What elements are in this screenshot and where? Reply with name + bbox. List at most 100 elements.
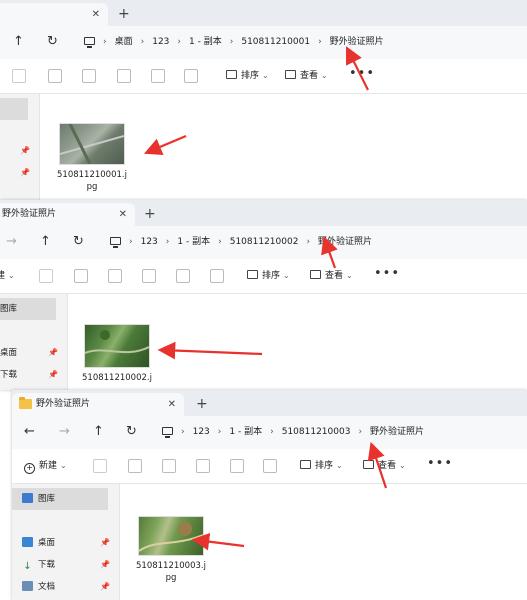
chevron-down-icon: ⌄: [283, 271, 290, 280]
sidebar-item-gallery[interactable]: 图库: [0, 298, 56, 320]
copy-icon[interactable]: [74, 269, 88, 283]
crumb[interactable]: 野外验证照片: [318, 234, 372, 250]
crumb[interactable]: 510811210002: [230, 234, 299, 250]
close-tab-icon[interactable]: ✕: [119, 203, 127, 226]
crumb[interactable]: 桌面: [115, 34, 133, 50]
share-icon[interactable]: [176, 269, 190, 283]
crumb[interactable]: 野外验证照片: [330, 34, 384, 50]
share-icon[interactable]: [230, 459, 244, 473]
rename-icon[interactable]: [117, 69, 131, 83]
share-icon[interactable]: [151, 69, 165, 83]
sidebar-item-desktop[interactable]: 桌面 📌: [12, 532, 119, 554]
view-label: 查看: [378, 461, 397, 471]
chevron-down-icon: ⌄: [8, 271, 15, 280]
up-icon[interactable]: ↑: [93, 424, 104, 440]
chevron-right-icon: ›: [358, 427, 363, 437]
view-button[interactable]: 查看 ⌄: [285, 68, 328, 84]
address-bar-row: → ↑ ↻ › 123 › 1 - 副本 › 510811210002 › 野外验证照片: [0, 226, 527, 259]
crumb[interactable]: 123: [193, 424, 210, 440]
delete-icon[interactable]: [263, 459, 277, 473]
sidebar-item-desktop[interactable]: 桌面 📌: [0, 342, 67, 364]
tab-active[interactable]: 野外验证照片 ✕: [0, 203, 135, 226]
tab-active[interactable]: ✕: [0, 3, 108, 26]
sidebar-item-documents[interactable]: 文档 📌: [12, 576, 119, 598]
crumb[interactable]: 123: [141, 234, 158, 250]
copy-icon[interactable]: [48, 69, 62, 83]
new-label: 新建: [39, 461, 58, 471]
chevron-down-icon: ⌄: [399, 461, 406, 470]
breadcrumb[interactable]: › 桌面 › 123 › 1 - 副本 › 510811210001 › 野外验证照片: [84, 34, 392, 50]
paste-icon[interactable]: [82, 69, 96, 83]
new-button-partial[interactable]: 建 ⌄: [0, 268, 15, 284]
sidebar-item-gallery[interactable]: 图库: [12, 488, 108, 510]
file-thumbnail[interactable]: [84, 324, 150, 368]
sort-button[interactable]: 排序 ⌄: [247, 268, 290, 284]
refresh-icon[interactable]: ↻: [47, 34, 58, 50]
crumb[interactable]: 1 - 副本: [229, 424, 262, 440]
command-bar: + 新建 ⌄ 排序 ⌄ 查看 ⌄ •••: [12, 449, 527, 484]
new-button[interactable]: + 新建 ⌄: [24, 458, 67, 474]
copy-icon[interactable]: [128, 459, 142, 473]
file-thumbnail[interactable]: [138, 516, 204, 556]
crumb[interactable]: 510811210003: [282, 424, 351, 440]
cut-icon[interactable]: [39, 269, 53, 283]
delete-icon[interactable]: [184, 69, 198, 83]
paste-icon[interactable]: [162, 459, 176, 473]
refresh-icon[interactable]: ↻: [126, 424, 137, 440]
photo-image: [59, 123, 125, 165]
command-bar: 建 ⌄ 排序 ⌄ 查看 ⌄ •••: [0, 259, 527, 294]
more-options-icon[interactable]: •••: [374, 266, 400, 281]
cut-icon[interactable]: [93, 459, 107, 473]
navigation-pane: 📌 📌: [0, 94, 40, 200]
crumb[interactable]: 1 - 副本: [189, 34, 222, 50]
file-thumbnail[interactable]: [59, 123, 125, 165]
sort-label: 排序: [315, 461, 334, 471]
file-name[interactable]: 510811210002.j: [80, 372, 154, 384]
tab-active[interactable]: 野外验证照片 ✕: [12, 393, 184, 416]
crumb[interactable]: 1 - 副本: [177, 234, 210, 250]
view-button[interactable]: 查看 ⌄: [310, 268, 353, 284]
sidebar-item-downloads[interactable]: 下载 📌: [0, 364, 67, 386]
delete-icon[interactable]: [210, 269, 224, 283]
up-icon[interactable]: ↑: [40, 234, 51, 250]
view-button[interactable]: 查看 ⌄: [363, 458, 406, 474]
paste-icon[interactable]: [108, 269, 122, 283]
new-tab-button[interactable]: +: [118, 4, 130, 24]
back-icon[interactable]: ←: [24, 424, 35, 440]
breadcrumb[interactable]: › 123 › 1 - 副本 › 510811210003 › 野外验证照片: [162, 424, 432, 440]
rename-icon[interactable]: [196, 459, 210, 473]
more-options-icon[interactable]: •••: [427, 456, 453, 471]
crumb[interactable]: 123: [152, 34, 169, 50]
crumb[interactable]: 510811210001: [241, 34, 310, 50]
view-icon: [310, 270, 321, 279]
forward-icon[interactable]: →: [59, 424, 70, 440]
close-tab-icon[interactable]: ✕: [168, 393, 176, 416]
new-tab-button[interactable]: +: [196, 394, 208, 414]
refresh-icon[interactable]: ↻: [73, 234, 84, 250]
forward-icon[interactable]: →: [6, 234, 17, 250]
sort-button[interactable]: 排序 ⌄: [226, 68, 269, 84]
file-name[interactable]: 510811210001.j pg: [55, 169, 129, 193]
sidebar-item-selected[interactable]: [0, 98, 28, 120]
file-name-line: 510811210001.j: [57, 170, 127, 180]
file-name-line: pg: [86, 182, 98, 192]
rename-icon[interactable]: [142, 269, 156, 283]
sort-button[interactable]: 排序 ⌄: [300, 458, 343, 474]
breadcrumb[interactable]: › 123 › 1 - 副本 › 510811210002 › 野外验证照片: [110, 234, 380, 250]
photo-image: [84, 330, 150, 354]
sidebar-item[interactable]: 📌: [0, 162, 39, 184]
sidebar-label: 文档: [38, 582, 56, 592]
file-name[interactable]: 510811210003.j pg: [134, 560, 208, 584]
pin-icon: 📌: [48, 348, 58, 357]
view-label: 查看: [325, 271, 344, 281]
up-icon[interactable]: ↑: [13, 34, 24, 50]
close-tab-icon[interactable]: ✕: [92, 3, 100, 26]
more-options-icon[interactable]: •••: [349, 66, 375, 81]
cut-icon[interactable]: [12, 69, 26, 83]
sidebar-item-downloads[interactable]: ↓ 下载 📌: [12, 554, 119, 576]
chevron-right-icon: ›: [103, 37, 107, 47]
address-bar-row: ↑ ↻ › 桌面 › 123 › 1 - 副本 › 510811210001 › 野外验证照片: [0, 26, 527, 59]
new-tab-button[interactable]: +: [144, 204, 156, 224]
crumb[interactable]: 野外验证照片: [370, 424, 424, 440]
sidebar-item[interactable]: 📌: [0, 140, 39, 162]
